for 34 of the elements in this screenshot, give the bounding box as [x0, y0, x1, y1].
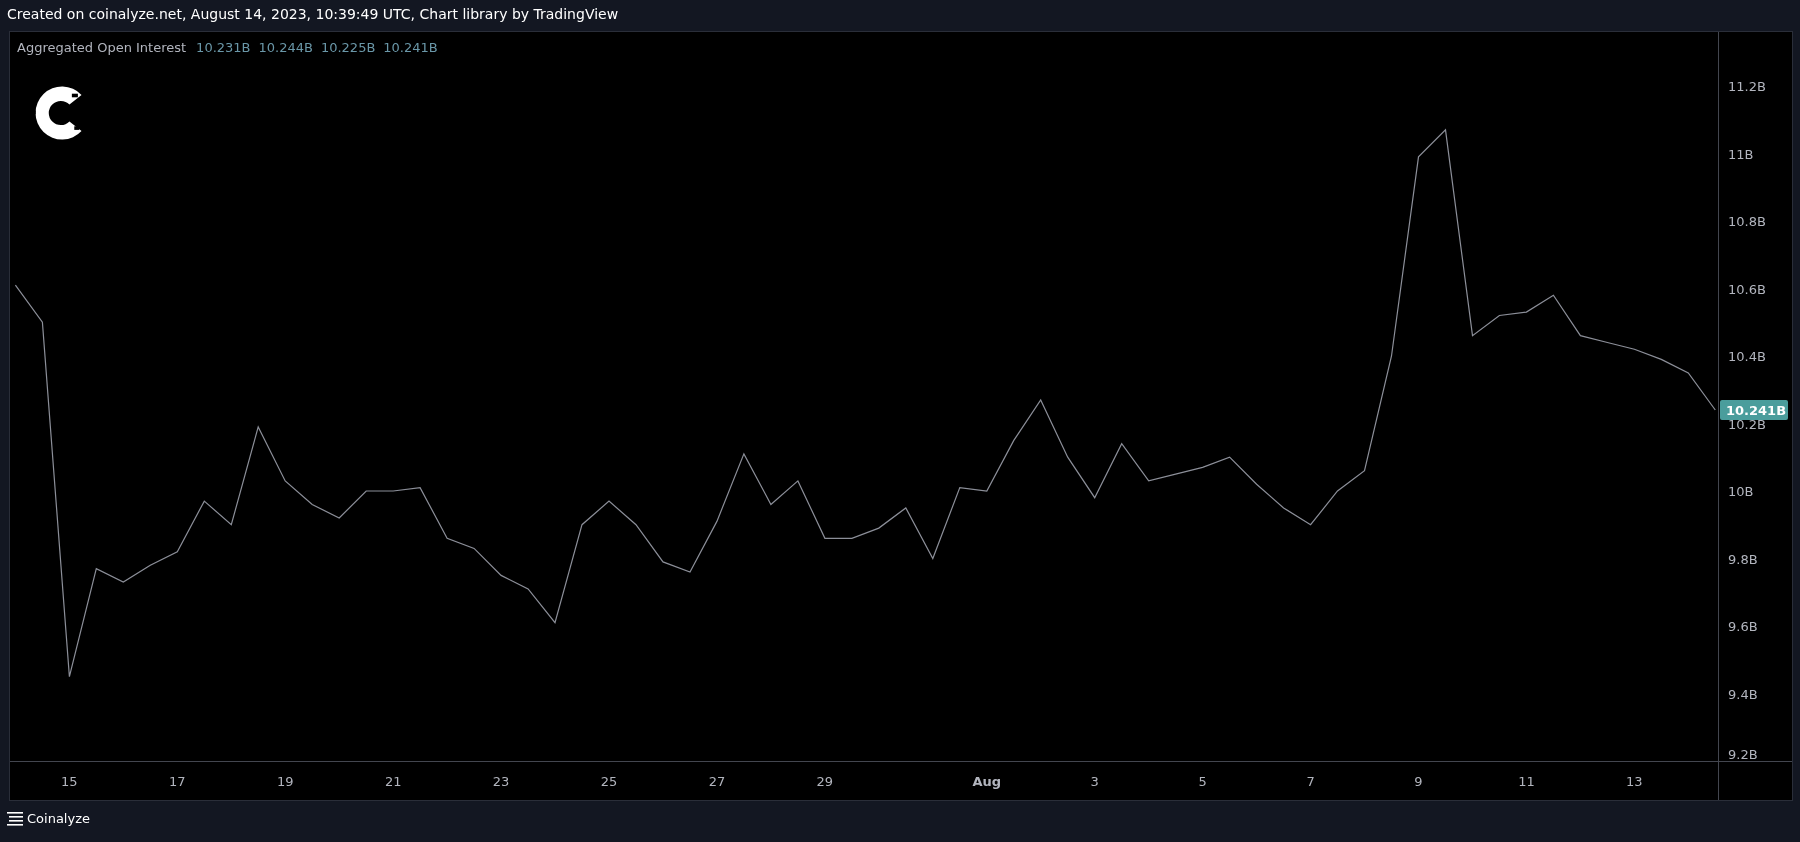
time-axis-label: Aug [972, 774, 1002, 789]
price-axis-label: 10.6B [1728, 281, 1766, 297]
caption-text: Created on coinalyze.net, August 14, 2023, 10:39:49 UTC, Chart library by TradingView [7, 6, 619, 22]
time-axis-label: 23 [492, 774, 510, 789]
brand-name: Coinalyze [27, 811, 90, 826]
time-axis-label: 15 [61, 774, 78, 789]
legend-value: 10.225B [320, 40, 376, 55]
price-axis-label: 10.4B [1728, 349, 1766, 364]
price-axis-label: 11B [1728, 146, 1754, 162]
legend-value: 10.244B [258, 40, 313, 55]
last-price-badge: 10.241B [1720, 400, 1788, 420]
time-axis-label: 7 [1306, 774, 1315, 789]
time-axis-label: 13 [1626, 774, 1643, 789]
time-axis-label: 19 [276, 774, 294, 789]
time-axis-label: 25 [600, 774, 618, 789]
price-axis-label: 11.2B [1728, 79, 1766, 94]
legend-title: Aggregated Open Interest [17, 40, 187, 55]
time-axis-label: 11 [1518, 774, 1535, 789]
price-axis-label: 10B [1728, 484, 1754, 499]
legend-value: 10.241B [383, 40, 438, 55]
menu-icon[interactable] [7, 811, 25, 826]
price-axis-label: 9.6B [1728, 619, 1758, 634]
price-axis-label: 9.8B [1728, 551, 1758, 567]
time-axis-label: 3 [1090, 774, 1099, 789]
time-axis-label: 27 [708, 774, 726, 789]
time-axis-label: 17 [169, 774, 186, 789]
price-axis-label: 9.4B [1728, 686, 1758, 702]
price-axis-label: 9.2B [1728, 747, 1758, 762]
time-axis-label: 29 [816, 774, 834, 789]
legend-value: 10.231B [196, 40, 251, 55]
time-axis-label: 21 [384, 774, 402, 789]
price-axis-label: 10.8B [1728, 214, 1766, 229]
time-axis-label: 9 [1414, 774, 1423, 789]
time-axis-label: 5 [1198, 774, 1207, 789]
